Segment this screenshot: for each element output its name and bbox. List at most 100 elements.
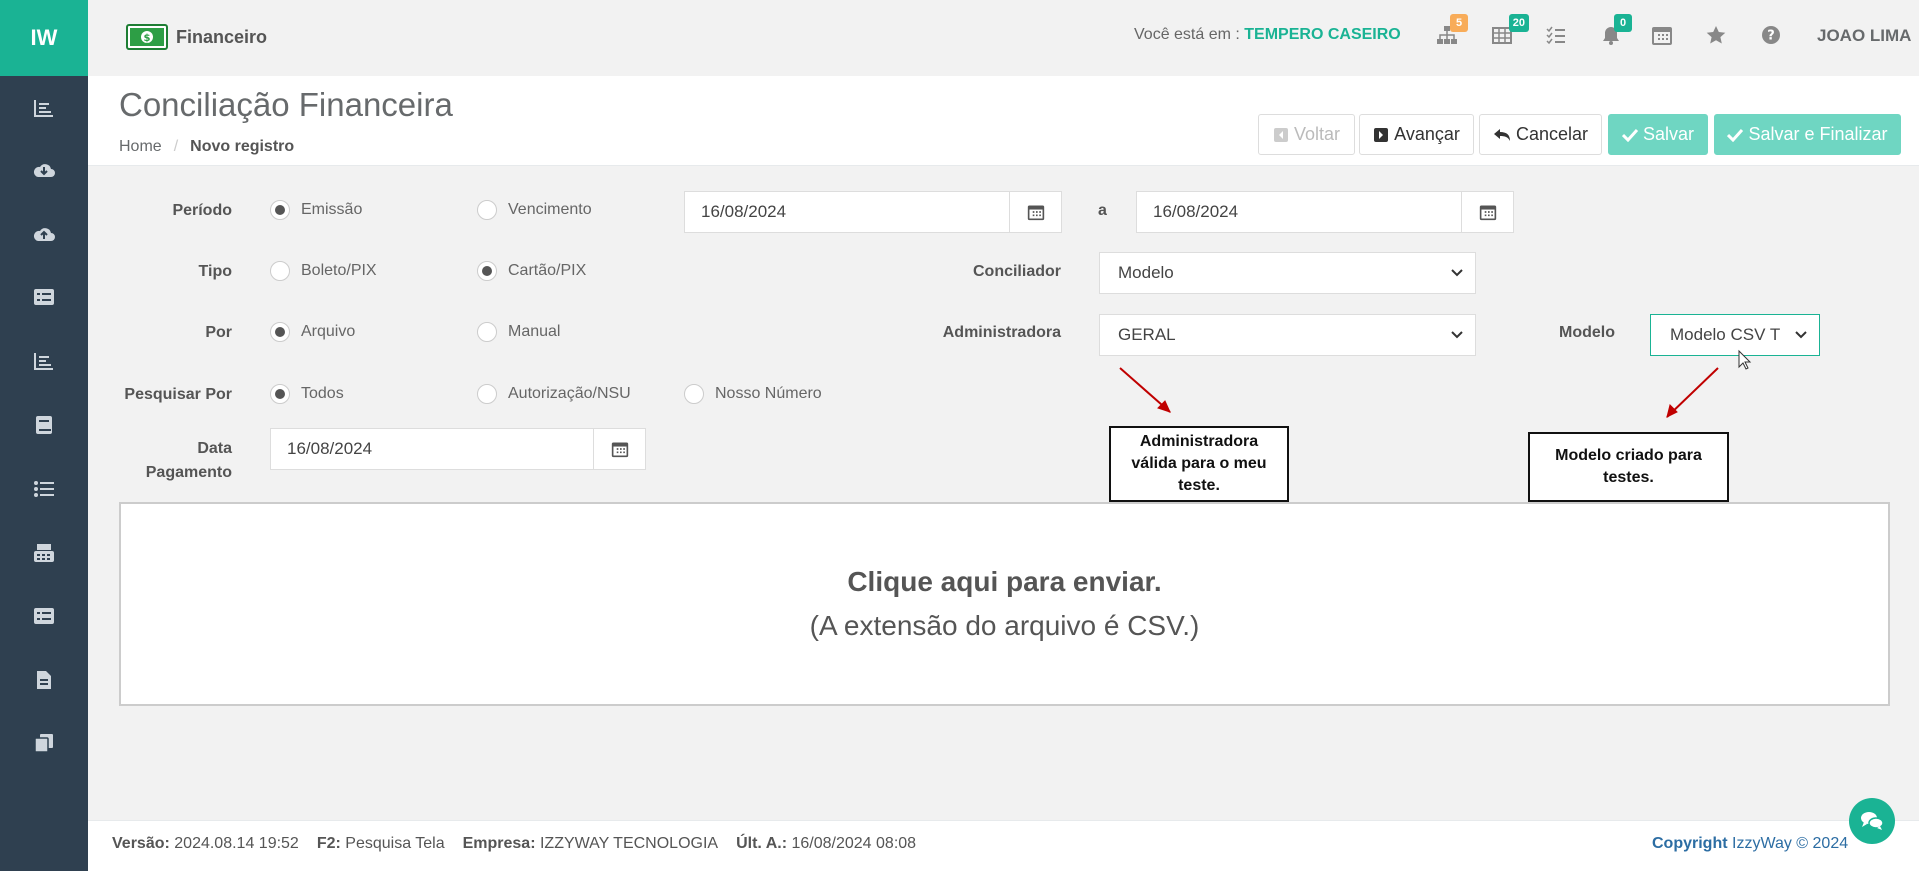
back-label: Voltar — [1293, 124, 1341, 144]
chevron-down-icon — [1451, 331, 1463, 339]
note-line: válida para o meu — [1131, 455, 1267, 472]
table-icon[interactable]: 20 — [1491, 14, 1529, 48]
radio-nosso-numero[interactable]: Nosso Número — [684, 384, 822, 404]
help-icon[interactable]: ? — [1760, 24, 1784, 48]
calendar-icon — [1479, 205, 1496, 221]
radio-boleto-pix[interactable]: Boleto/PIX — [270, 261, 377, 281]
cancel-label: Cancelar — [1515, 124, 1589, 144]
file-icon[interactable] — [0, 660, 88, 700]
save-label: Salvar — [1642, 124, 1695, 144]
footer-ultima: Últ. A.: 16/08/2024 08:08 — [736, 835, 916, 853]
calendar-button[interactable] — [1010, 191, 1062, 233]
company-link[interactable]: TEMPERO CASEIRO — [1244, 26, 1400, 43]
radio-circle — [270, 261, 290, 281]
tasks-icon[interactable] — [1545, 24, 1569, 48]
caret-left-icon — [1273, 127, 1288, 142]
file-dropzone[interactable]: Clique aqui para enviar. (A extensão do … — [119, 502, 1890, 706]
chevron-down-icon — [1451, 269, 1463, 277]
sitemap-badge: 5 — [1450, 14, 1468, 32]
footer-f2-value: Pesquisa Tela — [345, 835, 445, 852]
footer-copyright: Copyright IzzyWay © 2024 — [1652, 835, 1848, 853]
dropzone-title: Clique aqui para enviar. — [847, 566, 1162, 597]
date-to-input[interactable]: 16/08/2024 — [1136, 191, 1462, 233]
note-line: Modelo criado para — [1555, 447, 1702, 464]
next-label: Avançar — [1394, 124, 1460, 144]
radio-label: Nosso Número — [715, 385, 822, 402]
copy-icon[interactable] — [0, 723, 88, 763]
radio-vencimento[interactable]: Vencimento — [477, 200, 592, 220]
footer-info: Versão: 2024.08.14 19:52 F2: Pesquisa Te… — [112, 835, 916, 853]
radio-circle — [477, 261, 497, 281]
save-finish-label: Salvar e Finalizar — [1748, 124, 1888, 144]
administradora-label: Administradora — [942, 324, 1061, 341]
calculator-icon[interactable] — [0, 533, 88, 573]
note-line: Administradora — [1139, 433, 1259, 450]
calendar-button[interactable] — [594, 428, 646, 470]
star-icon[interactable] — [1705, 24, 1729, 48]
note-line: teste. — [1178, 477, 1220, 494]
page-title: Conciliação Financeira — [119, 86, 453, 123]
modelo-select[interactable]: Modelo CSV T — [1650, 314, 1820, 356]
save-button[interactable]: Salvar — [1608, 114, 1708, 155]
radio-circle — [477, 384, 497, 404]
module-label: Financeiro — [176, 26, 268, 47]
cancel-button[interactable]: Cancelar — [1479, 114, 1602, 155]
radio-label: Boleto/PIX — [301, 262, 377, 279]
bar-chart-icon[interactable] — [0, 341, 88, 381]
copyright-link[interactable]: IzzyWay © 2024 — [1732, 835, 1848, 852]
calendar-icon — [611, 442, 628, 458]
module-title[interactable]: $ Financeiro — [126, 24, 267, 50]
radio-cartao-pix[interactable]: Cartão/PIX — [477, 261, 586, 281]
bell-icon[interactable]: 0 — [1600, 14, 1632, 48]
data-pagamento-input[interactable]: 16/08/2024 — [270, 428, 594, 470]
calendar-icon[interactable] — [1651, 24, 1675, 48]
conciliador-select[interactable]: Modelo — [1099, 252, 1476, 294]
radio-autorizacao-nsu[interactable]: Autorização/NSU — [477, 384, 631, 404]
radio-circle — [270, 384, 290, 404]
app-logo[interactable]: IW — [0, 0, 88, 76]
data-pagamento-label: Data Pagamento — [119, 437, 232, 485]
bar-chart-icon[interactable] — [0, 88, 88, 128]
cloud-download-icon[interactable] — [0, 150, 88, 190]
where-label: Você está em : — [1134, 26, 1245, 43]
next-button[interactable]: Avançar — [1359, 114, 1474, 155]
footer-empresa: Empresa: IZZYWAY TECNOLOGIA — [463, 835, 718, 853]
radio-arquivo[interactable]: Arquivo — [270, 322, 355, 342]
dropzone-hint: (A extensão do arquivo é CSV.) — [809, 610, 1200, 641]
breadcrumb-home[interactable]: Home — [119, 138, 162, 155]
pesquisar-label: Pesquisar Por — [124, 386, 232, 403]
radio-emissao[interactable]: Emissão — [270, 200, 362, 220]
label-line: Data — [197, 440, 232, 457]
radio-circle — [270, 200, 290, 220]
chevron-down-icon — [1795, 331, 1807, 339]
back-button[interactable]: Voltar — [1258, 114, 1355, 155]
radio-label: Cartão/PIX — [508, 262, 587, 279]
tipo-label: Tipo — [198, 263, 232, 280]
footer-version-label: Versão: — [112, 835, 170, 852]
save-finish-button[interactable]: Salvar e Finalizar — [1714, 114, 1901, 155]
calendar-button[interactable] — [1462, 191, 1514, 233]
radio-label: Vencimento — [508, 201, 592, 218]
conciliador-label: Conciliador — [972, 263, 1061, 280]
radio-todos[interactable]: Todos — [270, 384, 344, 404]
conciliador-value: Modelo — [1118, 263, 1174, 282]
bell-badge: 0 — [1614, 14, 1632, 32]
administradora-select[interactable]: GERAL — [1099, 314, 1476, 356]
radio-label: Autorização/NSU — [508, 385, 631, 402]
radio-manual[interactable]: Manual — [477, 322, 560, 342]
chat-icon — [1861, 812, 1884, 830]
book-icon[interactable] — [0, 405, 88, 445]
list-alt-icon[interactable] — [0, 596, 88, 636]
copyright-label: Copyright — [1652, 835, 1728, 852]
sitemap-icon[interactable]: 5 — [1436, 14, 1468, 48]
radio-circle — [270, 322, 290, 342]
top-navbar — [88, 0, 1919, 76]
date-from-input[interactable]: 16/08/2024 — [684, 191, 1010, 233]
cloud-upload-icon[interactable] — [0, 214, 88, 254]
user-menu[interactable]: JOAO LIMA — [1817, 26, 1911, 46]
current-company: Você está em : TEMPERO CASEIRO — [1134, 26, 1401, 44]
modelo-label: Modelo — [1559, 324, 1615, 341]
chat-button[interactable] — [1849, 798, 1895, 844]
list-alt-icon[interactable] — [0, 277, 88, 317]
list-icon[interactable] — [0, 469, 88, 509]
